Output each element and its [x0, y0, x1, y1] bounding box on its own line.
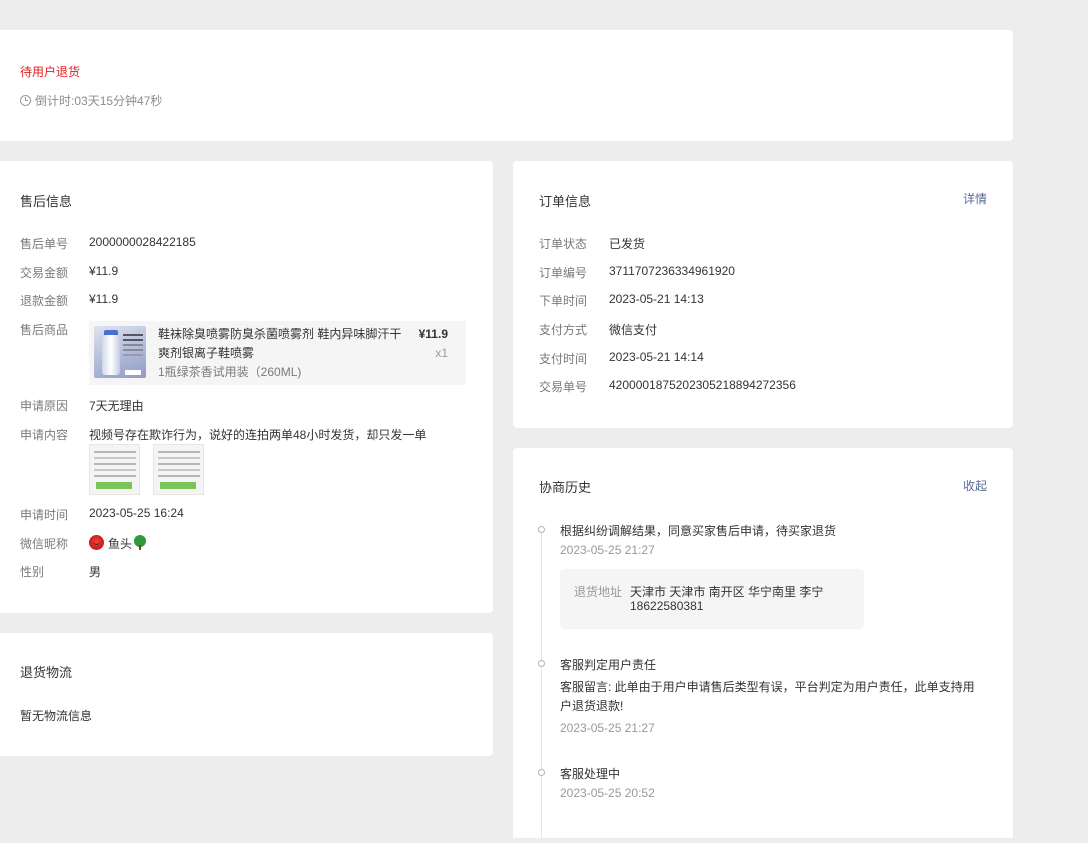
aftersale-no-label: 售后单号 — [20, 237, 69, 251]
timeline-line — [541, 533, 542, 843]
trade-amount: ¥11.9 — [89, 264, 119, 278]
order-time-label: 下单时间 — [539, 294, 588, 308]
history-item-time: 2023-05-25 21:27 — [560, 721, 655, 735]
apply-time-label: 申请时间 — [20, 508, 69, 522]
pay-method: 微信支付 — [609, 323, 658, 337]
history-item-title: 客服判定用户责任 — [560, 658, 657, 672]
refund-amount: ¥11.9 — [89, 292, 119, 306]
status-title: 待用户退货 — [20, 65, 81, 79]
order-detail-link[interactable]: 详情 — [963, 190, 987, 207]
return-address-line1: 天津市 天津市 南开区 华宁南里 李宁 — [630, 585, 824, 599]
status-card — [0, 30, 1013, 141]
timeline-dot — [538, 526, 545, 533]
avatar — [89, 535, 104, 550]
product-label: 售后商品 — [20, 323, 69, 337]
trade-amount-label: 交易金额 — [20, 266, 69, 280]
tree-icon — [133, 535, 147, 551]
attachment-image-2[interactable] — [153, 444, 204, 495]
order-no-label: 订单编号 — [539, 266, 588, 280]
product-spec: 1瓶绿茶香试用装（260ML) — [158, 365, 302, 379]
reason: 7天无理由 — [89, 399, 144, 413]
nickname-label: 微信昵称 — [20, 537, 69, 551]
order-card: 订单信息 详情 订单状态 已发货 订单编号 371170723633496192… — [513, 161, 1013, 428]
logistics-empty: 暂无物流信息 — [20, 709, 93, 723]
content: 视频号存在欺诈行为，说好的连拍两单48小时发货，却只发一单 — [89, 428, 427, 442]
logistics-card: 退货物流 暂无物流信息 — [0, 633, 493, 756]
pay-time-label: 支付时间 — [539, 352, 588, 366]
content-label: 申请内容 — [20, 428, 69, 442]
history-item-time: 2023-05-25 20:52 — [560, 786, 655, 800]
history-card: 协商历史 收起 根据纠纷调解结果，同意买家售后申请，待买家退货 2023-05-… — [513, 448, 1013, 843]
return-address-phone: 18622580381 — [630, 599, 704, 613]
order-time: 2023-05-21 14:13 — [609, 292, 704, 306]
history-item-note: 客服留言: 此单由于用户申请售后类型有误，平台判定为用户责任，此单支持用户退货退… — [560, 680, 975, 713]
history-title: 协商历史 — [539, 480, 592, 495]
product-item[interactable]: 鞋袜除臭喷雾防臭杀菌喷雾剂 鞋内异味脚汗干爽剂银离子鞋喷雾 1瓶绿茶香试用装（2… — [89, 321, 466, 385]
timeline-dot — [538, 660, 545, 667]
return-address-label: 退货地址 — [574, 585, 623, 599]
clock-icon — [20, 95, 31, 106]
nickname: 鱼头 — [108, 537, 133, 551]
order-status: 已发货 — [609, 237, 646, 251]
apply-time: 2023-05-25 16:24 — [89, 506, 184, 520]
product-price: ¥11.9 — [418, 327, 448, 341]
attachment-image-1[interactable] — [89, 444, 140, 495]
timeline-dot — [538, 769, 545, 776]
order-title: 订单信息 — [539, 194, 592, 209]
pay-time: 2023-05-21 14:14 — [609, 350, 704, 364]
aftersale-title: 售后信息 — [20, 194, 73, 209]
gender-label: 性别 — [20, 565, 45, 579]
product-name: 鞋袜除臭喷雾防臭杀菌喷雾剂 鞋内异味脚汗干爽剂银离子鞋喷雾 — [158, 327, 402, 360]
history-item-title: 根据纠纷调解结果，同意买家售后申请，待买家退货 — [560, 524, 837, 538]
history-item-time: 2023-05-25 21:27 — [560, 543, 655, 557]
order-no: 3711707236334961920 — [609, 264, 735, 278]
countdown-label: 倒计时: — [35, 94, 75, 108]
product-image — [94, 326, 146, 378]
logistics-title: 退货物流 — [20, 665, 73, 680]
return-address-box: 退货地址 天津市 天津市 南开区 华宁南里 李宁 18622580381 — [560, 569, 864, 629]
product-qty: x1 — [435, 346, 448, 360]
countdown-value: 03天15分钟47秒 — [74, 94, 163, 108]
refund-amount-label: 退款金额 — [20, 294, 69, 308]
aftersale-card: 售后信息 售后单号 2000000028422185 交易金额 ¥11.9 退款… — [0, 161, 493, 613]
order-status-label: 订单状态 — [539, 237, 588, 251]
pay-method-label: 支付方式 — [539, 323, 588, 337]
trade-no-label: 交易单号 — [539, 380, 588, 394]
history-item-title: 客服处理中 — [560, 767, 621, 781]
history-collapse-link[interactable]: 收起 — [963, 477, 987, 494]
aftersale-no: 2000000028422185 — [89, 235, 196, 249]
gender: 男 — [89, 565, 102, 579]
trade-no: 4200001875202305218894272356 — [609, 378, 796, 392]
countdown: 倒计时: 03天15分钟47秒 — [20, 92, 162, 109]
reason-label: 申请原因 — [20, 399, 69, 413]
